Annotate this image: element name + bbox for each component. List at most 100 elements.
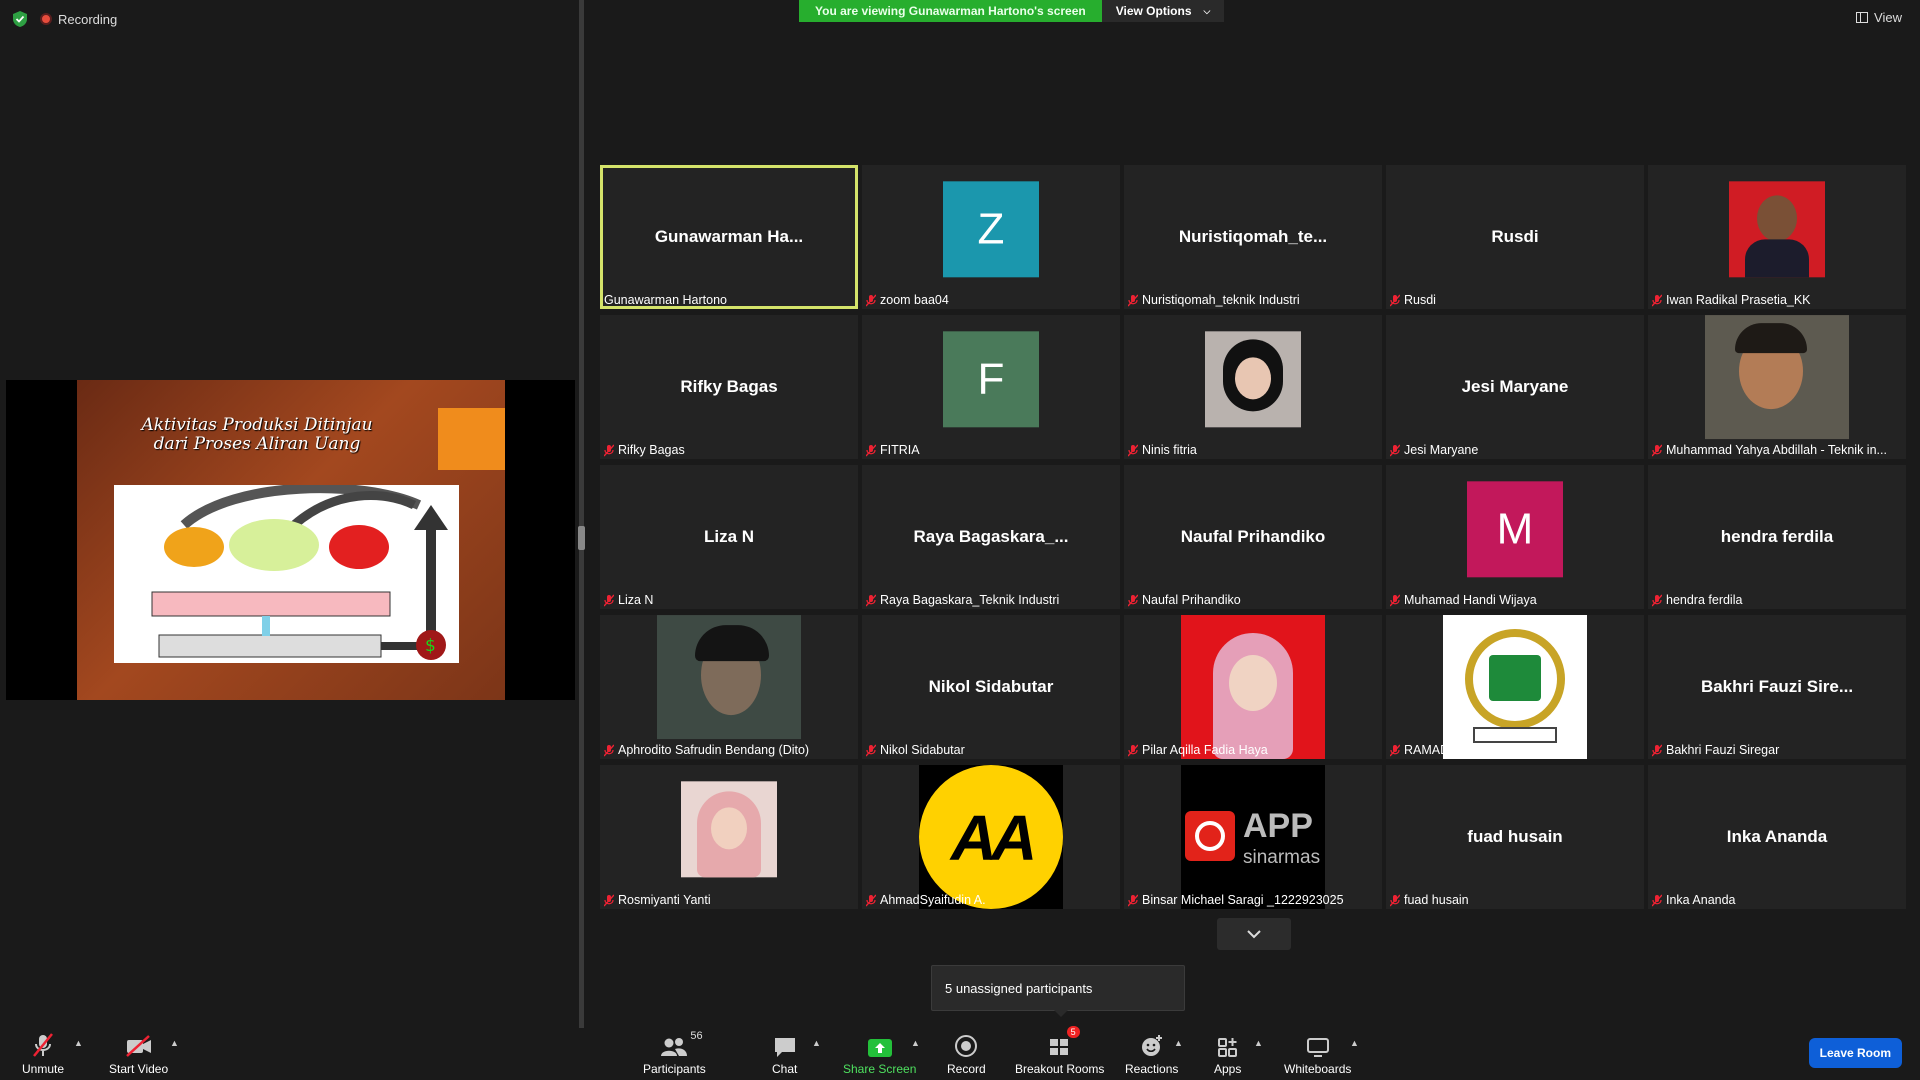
gallery-grid: Gunawarman Ha... Gunawarman Hartono Zzoom …	[600, 165, 1906, 909]
participant-name: AhmadSyaifudin A.	[880, 893, 986, 907]
whiteboards-button[interactable]: Whiteboards	[1284, 1030, 1351, 1076]
share-screen-button[interactable]: Share Screen	[843, 1030, 916, 1076]
breakout-rooms-button[interactable]: 5 Breakout Rooms	[1015, 1026, 1104, 1076]
participant-name: Binsar Michael Saragi _1222923025	[1142, 893, 1344, 907]
participants-icon: 56	[660, 1030, 703, 1058]
video-options-caret[interactable]: ▲	[170, 1038, 179, 1048]
view-label: View	[1874, 10, 1902, 25]
participant-name: hendra ferdila	[1666, 593, 1743, 607]
apps-options-caret[interactable]: ▲	[1254, 1038, 1263, 1048]
whiteboard-options-caret[interactable]: ▲	[1350, 1038, 1359, 1048]
participant-name-label: Naufal Prihandiko	[1128, 593, 1378, 607]
participant-tile[interactable]: Rifky Bagas Rifky Bagas	[600, 315, 858, 459]
chat-label: Chat	[772, 1062, 798, 1076]
record-button[interactable]: Record	[947, 1030, 986, 1076]
participant-display-name: Rusdi	[1491, 227, 1539, 246]
participant-tile[interactable]: Rusdi Rusdi	[1386, 165, 1644, 309]
participant-display-name: Nuristiqomah_te...	[1178, 227, 1328, 246]
participant-display-name: Gunawarman Ha...	[654, 227, 804, 246]
video-off-icon	[125, 1030, 153, 1058]
muted-mic-icon	[1652, 894, 1662, 907]
muted-mic-icon	[1390, 294, 1400, 307]
participant-tile[interactable]: Nuristiqomah_te... Nuristiqomah_teknik In…	[1124, 165, 1382, 309]
participant-name-label: Jesi Maryane	[1390, 443, 1640, 457]
participant-tile[interactable]: AA AhmadSyaifudin A.	[862, 765, 1120, 909]
participant-name: Muhammad Yahya Abdillah - Teknik in...	[1666, 443, 1887, 457]
viewing-screen-label: You are viewing Gunawarman Hartono's scr…	[799, 0, 1102, 22]
meeting-toolbar: Unmute ▲ Start Video ▲ 56 Participants C…	[0, 1026, 1920, 1080]
participant-name: RAMADHANI FIRMANDA	[1404, 743, 1548, 757]
participant-tile[interactable]: Rosmiyanti Yanti	[600, 765, 858, 909]
audio-options-caret[interactable]: ▲	[74, 1038, 83, 1048]
apps-button[interactable]: Apps	[1214, 1030, 1241, 1076]
start-video-button[interactable]: Start Video	[109, 1030, 168, 1076]
apps-icon	[1216, 1030, 1240, 1058]
share-screen-label: Share Screen	[843, 1062, 917, 1076]
unmute-button[interactable]: Unmute	[22, 1030, 64, 1076]
participant-name: Gunawarman Hartono	[604, 293, 727, 307]
participant-tile[interactable]: Naufal Prihandiko Naufal Prihandiko	[1124, 465, 1382, 609]
record-icon	[954, 1030, 978, 1058]
participant-tile[interactable]: Liza N Liza N	[600, 465, 858, 609]
top-status-bar: Recording	[12, 10, 117, 28]
participant-tile[interactable]: Raya Bagaskara_... Raya Bagaskara_Teknik …	[862, 465, 1120, 609]
participant-tile[interactable]: F FITRIA	[862, 315, 1120, 459]
participant-display-name: Inka Ananda	[1726, 827, 1828, 846]
participant-avatar: Z	[943, 181, 1039, 278]
participant-name-label: Rifky Bagas	[604, 443, 854, 457]
participant-name-label: Binsar Michael Saragi _1222923025	[1128, 893, 1378, 907]
participant-name: Iwan Radikal Prasetia_KK	[1666, 293, 1811, 307]
leave-room-button[interactable]: Leave Room	[1808, 1038, 1902, 1068]
aa-logo-text: AA	[950, 802, 1037, 874]
muted-mic-icon	[1128, 294, 1138, 307]
participant-tile[interactable]: Gunawarman Ha... Gunawarman Hartono	[600, 165, 858, 309]
muted-mic-icon	[1390, 444, 1400, 457]
participant-display-name: Liza N	[703, 527, 755, 546]
gallery-next-page-button[interactable]	[1217, 918, 1291, 950]
reactions-button[interactable]: Reactions	[1125, 1030, 1178, 1076]
money-flow-diagram: $	[114, 485, 459, 663]
participant-tile[interactable]: Jesi Maryane Jesi Maryane	[1386, 315, 1644, 459]
recording-indicator[interactable]: Recording	[40, 12, 117, 27]
participant-tile[interactable]: RAMADHANI FIRMANDA	[1386, 615, 1644, 759]
participant-tile[interactable]: Iwan Radikal Prasetia_KK	[1648, 165, 1906, 309]
security-shield-icon[interactable]	[12, 10, 28, 28]
participant-tile[interactable]: fuad husain fuad husain	[1386, 765, 1644, 909]
chevron-down-icon: ⌵	[1203, 6, 1211, 16]
muted-mic-icon	[866, 594, 876, 607]
muted-mic-icon	[866, 894, 876, 907]
participant-tile[interactable]: M Muhamad Handi Wijaya	[1386, 465, 1644, 609]
participant-avatar: F	[943, 331, 1039, 428]
divider-handle[interactable]	[578, 526, 585, 550]
participant-tile[interactable]: Muhammad Yahya Abdillah - Teknik in...	[1648, 315, 1906, 459]
share-options-caret[interactable]: ▲	[911, 1038, 920, 1048]
participant-tile[interactable]: Zzoom baa04	[862, 165, 1120, 309]
participants-label: Participants	[643, 1062, 706, 1076]
reactions-options-caret[interactable]: ▲	[1174, 1038, 1183, 1048]
participant-name-label: Inka Ananda	[1652, 893, 1902, 907]
participants-button[interactable]: 56 Participants	[643, 1030, 706, 1076]
participant-tile[interactable]: hendra ferdila hendra ferdila	[1648, 465, 1906, 609]
chat-button[interactable]: Chat	[772, 1030, 797, 1076]
participant-name-label: Gunawarman Hartono	[604, 293, 854, 307]
panel-divider[interactable]	[579, 0, 584, 1028]
participant-tile[interactable]: Ninis fitria	[1124, 315, 1382, 459]
shared-screen[interactable]: Aktivitas Produksi Ditinjau dari Proses …	[6, 380, 575, 700]
view-button[interactable]: View	[1856, 10, 1902, 25]
view-options-button[interactable]: View Options ⌵	[1101, 0, 1225, 22]
participant-tile[interactable]: Inka Ananda Inka Ananda	[1648, 765, 1906, 909]
participant-tile[interactable]: Nikol Sidabutar Nikol Sidabutar	[862, 615, 1120, 759]
participant-tile[interactable]: Aphrodito Safrudin Bendang (Dito)	[600, 615, 858, 759]
participant-name: Bakhri Fauzi Siregar	[1666, 743, 1780, 757]
muted-mic-icon	[604, 594, 614, 607]
chat-options-caret[interactable]: ▲	[812, 1038, 821, 1048]
participant-tile[interactable]: Pilar Aqilla Fadia Haya	[1124, 615, 1382, 759]
participant-name-label: FITRIA	[866, 443, 1116, 457]
participant-tile[interactable]: Bakhri Fauzi Sire... Bakhri Fauzi Siregar	[1648, 615, 1906, 759]
participant-name: Naufal Prihandiko	[1142, 593, 1241, 607]
participant-name-label: Nuristiqomah_teknik Industri	[1128, 293, 1378, 307]
slide-title-line2: dari Proses Aliran Uang	[153, 434, 361, 454]
participant-tile[interactable]: APP sinarmas Binsar Michael Saragi _122292…	[1124, 765, 1382, 909]
participant-display-name: Jesi Maryane	[1461, 377, 1569, 396]
participants-count: 56	[690, 1030, 703, 1042]
